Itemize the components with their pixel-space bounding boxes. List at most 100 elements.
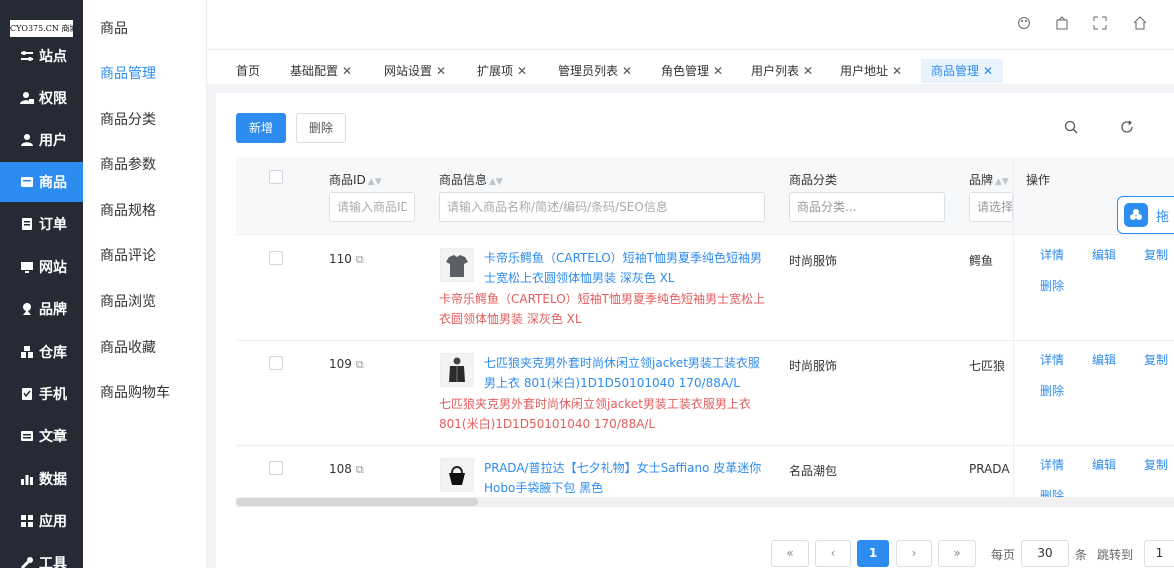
tab-extensions[interactable]: 扩展项 ✕ — [467, 59, 537, 83]
horizontal-scrollbar[interactable] — [236, 497, 1174, 507]
goods-title-link[interactable]: PRADA/普拉达【七夕礼物】女士Saffiano 皮革迷你Hobo手袋腋下包 … — [484, 458, 769, 497]
refresh-icon[interactable] — [1119, 120, 1135, 136]
palette-icon[interactable] — [1016, 16, 1032, 32]
tab-admin-list[interactable]: 管理员列表 ✕ — [548, 59, 642, 83]
goods-title-link[interactable]: 卡帝乐鳄鱼（CARTELO）短袖T恤男夏季纯色短袖男士宽松上衣圆领体恤男装 深灰… — [484, 248, 769, 288]
sidebar-item-goods[interactable]: 商品 — [0, 162, 83, 202]
top-header — [207, 0, 1174, 50]
edit-link[interactable]: 编辑 — [1092, 456, 1116, 473]
copy-link[interactable]: 复制 — [1144, 246, 1168, 263]
sidebar-item-brand[interactable]: 品牌 — [0, 289, 83, 329]
copy-link[interactable]: 复制 — [1144, 351, 1168, 368]
sort-icon[interactable]: ▲▼ — [368, 177, 382, 187]
copy-icon[interactable]: ⧉ — [356, 463, 364, 476]
sidebar-item-article[interactable]: 文章 — [0, 416, 83, 456]
goods-brand: PRADA — [969, 462, 1010, 476]
sidebar-item-site[interactable]: 站点 — [0, 36, 83, 76]
next-page-button[interactable]: › — [896, 540, 932, 567]
submenu-item-goods-params[interactable]: 商品参数 — [100, 154, 156, 174]
sidebar-item-user[interactable]: 用户 — [0, 120, 83, 160]
edit-link[interactable]: 编辑 — [1092, 351, 1116, 368]
category-filter-select[interactable]: 商品分类... — [789, 192, 945, 222]
sidebar-item-apps[interactable]: 应用 — [0, 501, 83, 541]
goods-thumbnail[interactable] — [440, 458, 474, 492]
detail-link[interactable]: 详情 — [1040, 246, 1064, 263]
sidebar-item-tools[interactable]: 工具 — [0, 543, 83, 568]
search-icon[interactable] — [1063, 120, 1079, 136]
submenu-item-goods-category[interactable]: 商品分类 — [100, 109, 156, 129]
delete-button[interactable]: 删除 — [296, 113, 346, 143]
sidebar-item-label: 数据 — [39, 472, 67, 488]
sidebar-item-data[interactable]: 数据 — [0, 459, 83, 499]
close-icon[interactable]: ✕ — [713, 64, 723, 78]
goods-info-filter-input[interactable] — [439, 192, 765, 222]
goods-thumbnail[interactable] — [440, 248, 474, 282]
edit-link[interactable]: 编辑 — [1092, 246, 1116, 263]
first-page-button[interactable]: « — [771, 540, 809, 567]
scrollbar-thumb[interactable] — [236, 498, 478, 506]
goods-title-link[interactable]: 七匹狼夹克男外套时尚休闲立领jacket男装工装衣服男上衣 801(米白)1D1… — [484, 353, 769, 393]
submenu-item-goods-favor[interactable]: 商品收藏 — [100, 337, 156, 357]
column-header-id[interactable]: 商品ID ▲▼ — [329, 171, 382, 188]
close-icon[interactable]: ✕ — [436, 64, 446, 78]
tab-role-manage[interactable]: 角色管理 ✕ — [651, 59, 733, 83]
sidebar-item-mobile[interactable]: 手机 — [0, 374, 83, 414]
tab-user-address[interactable]: 用户地址 ✕ — [830, 59, 912, 83]
sort-icon[interactable]: ▲▼ — [489, 177, 503, 187]
last-page-button[interactable]: » — [938, 540, 976, 567]
jump-to-input[interactable]: 1 — [1144, 540, 1174, 567]
row-checkbox[interactable] — [269, 356, 283, 370]
tab-goods-manage[interactable]: 商品管理 ✕ — [921, 59, 1004, 83]
goods-category: 名品潮包 — [789, 464, 838, 478]
delete-link[interactable]: 删除 — [1040, 277, 1064, 294]
delete-link[interactable]: 删除 — [1040, 487, 1064, 497]
home-icon[interactable] — [1132, 16, 1148, 32]
copy-link[interactable]: 复制 — [1144, 456, 1168, 473]
detail-link[interactable]: 详情 — [1040, 351, 1064, 368]
tab-site-settings[interactable]: 网站设置 ✕ — [374, 59, 456, 83]
sidebar-item-warehouse[interactable]: 仓库 — [0, 332, 83, 372]
sidebar-item-order[interactable]: 订单 — [0, 204, 83, 244]
main-sidebar: CYO375.CN 商城 站点 权限 用户 商品 订单 网站 品牌 仓库 手机 … — [0, 0, 83, 568]
copy-icon[interactable]: ⧉ — [356, 253, 364, 266]
site-logo[interactable]: CYO375.CN 商城 — [10, 20, 73, 37]
tab-label: 商品管理 — [931, 64, 980, 78]
sidebar-item-permission[interactable]: 权限 — [0, 78, 83, 118]
submenu-item-goods-cart[interactable]: 商品购物车 — [100, 382, 170, 402]
close-icon[interactable]: ✕ — [983, 64, 993, 78]
close-icon[interactable]: ✕ — [622, 64, 632, 78]
add-button[interactable]: 新增 — [236, 113, 286, 143]
close-icon[interactable]: ✕ — [803, 64, 813, 78]
close-icon[interactable]: ✕ — [342, 64, 352, 78]
building-icon[interactable] — [1054, 16, 1070, 32]
submenu-item-goods-comments[interactable]: 商品评论 — [100, 245, 156, 265]
page-1-button[interactable]: 1 — [857, 540, 889, 567]
select-all-checkbox[interactable] — [269, 170, 283, 184]
submenu-item-goods-browse[interactable]: 商品浏览 — [100, 291, 156, 311]
detail-link[interactable]: 详情 — [1040, 456, 1064, 473]
tab-user-list[interactable]: 用户列表 ✕ — [741, 59, 823, 83]
row-checkbox[interactable] — [269, 251, 283, 265]
tab-basic-config[interactable]: 基础配置 ✕ — [280, 59, 362, 83]
row-checkbox[interactable] — [269, 461, 283, 475]
column-header-info[interactable]: 商品信息 ▲▼ — [439, 171, 503, 188]
goods-thumbnail[interactable] — [440, 353, 474, 387]
sort-icon[interactable]: ▲▼ — [995, 177, 1009, 187]
drag-float-button[interactable]: 拖 — [1117, 196, 1174, 234]
copy-icon[interactable]: ⧉ — [356, 358, 364, 371]
close-icon[interactable]: ✕ — [892, 64, 902, 78]
goods-brand: 七匹狼 — [969, 359, 1006, 373]
close-icon[interactable]: ✕ — [517, 64, 527, 78]
sidebar-item-label: 用户 — [39, 133, 67, 149]
submenu-item-goods-spec[interactable]: 商品规格 — [100, 200, 156, 220]
fullscreen-icon[interactable] — [1092, 16, 1108, 32]
per-page-input[interactable]: 30 — [1021, 540, 1069, 567]
goods-id-filter-input[interactable] — [329, 192, 415, 222]
sidebar-item-website[interactable]: 网站 — [0, 247, 83, 287]
submenu-item-goods-manage[interactable]: 商品管理 — [100, 63, 156, 83]
prev-page-button[interactable]: ‹ — [815, 540, 851, 567]
delete-link[interactable]: 删除 — [1040, 382, 1064, 399]
column-header-brand[interactable]: 品牌 ▲▼ — [969, 171, 1009, 188]
brand-filter-select[interactable]: 请选择 — [969, 192, 1013, 222]
tab-home[interactable]: 首页 — [226, 59, 270, 83]
